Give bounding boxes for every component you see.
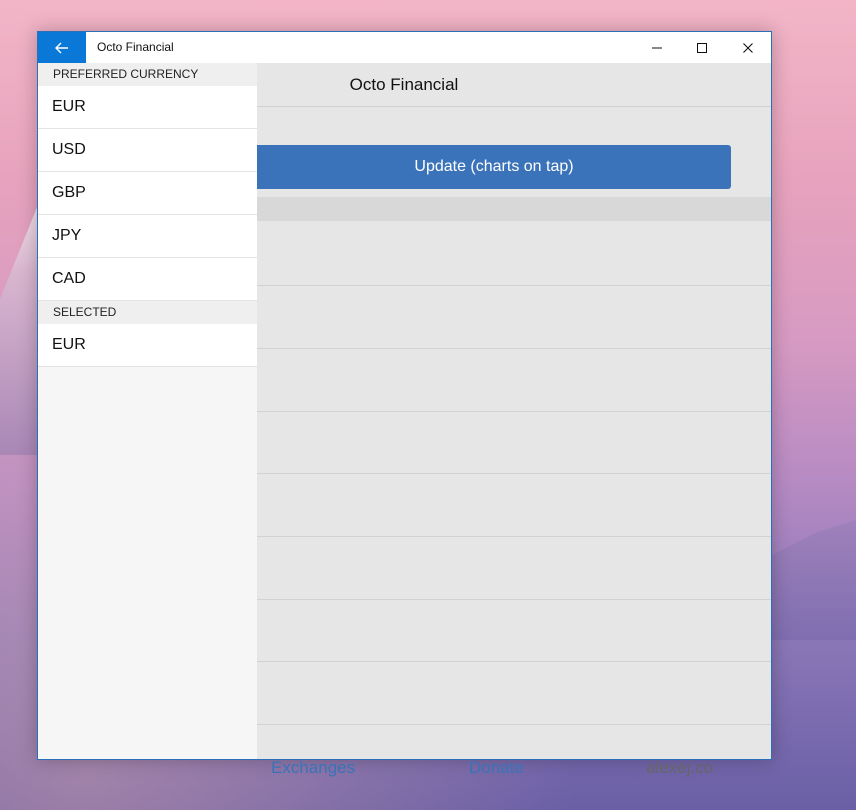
back-arrow-icon [55, 42, 68, 53]
currency-sidebar: PREFERRED CURRENCY EUR USD GBP JPY CAD S… [38, 63, 257, 759]
list-divider [257, 348, 771, 349]
update-button[interactable]: Update (charts on tap) [257, 145, 731, 189]
list-divider [257, 411, 771, 412]
currency-item-usd[interactable]: USD [38, 129, 257, 172]
list-divider [257, 599, 771, 600]
donate-link[interactable]: Donate [469, 758, 524, 778]
selected-currency-item[interactable]: EUR [38, 324, 257, 367]
minimize-button[interactable] [634, 32, 680, 63]
list-divider [257, 661, 771, 662]
currency-item-gbp[interactable]: GBP [38, 172, 257, 215]
window-title: Octo Financial [97, 40, 174, 54]
list-divider [257, 285, 771, 286]
page-title: Octo Financial [349, 75, 459, 94]
maximize-icon [697, 42, 707, 53]
footer-bar: Exchanges Donate alexej.co [257, 746, 771, 790]
list-divider [257, 724, 771, 725]
maximize-button[interactable] [679, 32, 725, 63]
preferred-currency-header: PREFERRED CURRENCY [38, 63, 257, 86]
main-content: Octo Financial Update (charts on tap) Ex… [257, 63, 771, 777]
minimize-icon [652, 47, 662, 48]
currency-item-eur[interactable]: EUR [38, 86, 257, 129]
list-header-strip [257, 197, 771, 221]
site-link[interactable]: alexej.co [646, 758, 713, 778]
app-window: Octo Financial PREFERRED CURRENCY EUR US… [37, 31, 772, 777]
selected-header: SELECTED [38, 301, 257, 324]
currency-item-cad[interactable]: CAD [38, 258, 257, 301]
list-divider [257, 536, 771, 537]
close-button[interactable] [725, 32, 771, 63]
title-bar: Octo Financial [38, 32, 771, 63]
currency-item-jpy[interactable]: JPY [38, 215, 257, 258]
close-icon [743, 42, 753, 53]
list-divider [257, 473, 771, 474]
back-button[interactable] [38, 32, 86, 63]
exchanges-link[interactable]: Exchanges [271, 758, 355, 778]
title-divider [257, 106, 771, 107]
wallpaper-hill [770, 520, 856, 640]
